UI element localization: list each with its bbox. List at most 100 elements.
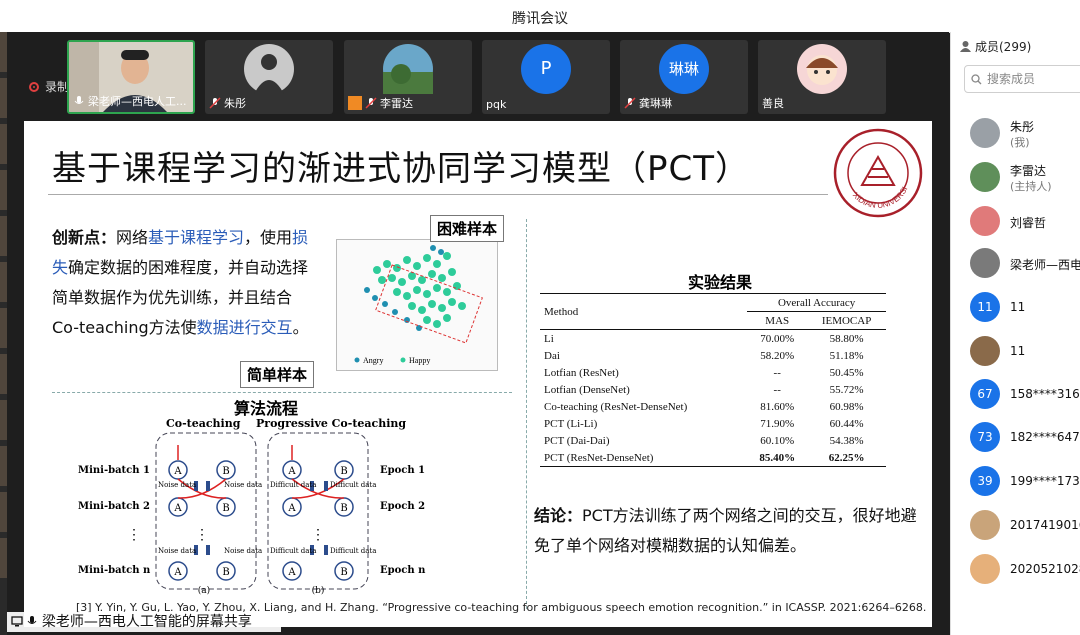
table-row: Dai 58.20% 51.18% (544, 349, 864, 362)
screen-share-icon (11, 616, 23, 627)
members-panel: 成员(299) 搜索成员 朱彤 (我) 李雷达 (主持人) 刘睿哲 梁老师—西电… (950, 32, 1080, 635)
svg-text:A: A (287, 466, 296, 477)
record-icon (29, 82, 39, 92)
innovation-text: 创新点：网络基于课程学习，使用损失确定数据的困难程度，并自动选择简单数据作为优先… (52, 228, 309, 337)
svg-text:B: B (222, 466, 229, 477)
avatar (970, 554, 1000, 584)
member-item[interactable]: 11 (951, 332, 1080, 372)
svg-text:Happy: Happy (409, 356, 430, 365)
avatar (383, 44, 433, 94)
table-row: Li 70.00% 58.80% (540, 329, 886, 347)
member-search-input[interactable]: 搜索成员 (964, 65, 1080, 93)
mic-muted-icon (624, 97, 636, 109)
tile-name: 李雷达 (380, 97, 413, 110)
svg-text:Difficult data: Difficult data (330, 547, 376, 555)
table-row: Lotfian (DenseNet) -- 55.72% (544, 383, 864, 396)
member-item[interactable]: 67 158****3167 (951, 375, 1080, 415)
slide-title: 基于课程学习的渐进式协同学习模型（PCT） (52, 149, 751, 189)
conclusion-text: 结论：PCT方法训练了两个网络之间的交互，很好地避免了单个网络对模糊数据的认知偏… (534, 506, 917, 555)
svg-text:B: B (340, 503, 347, 514)
svg-text:B: B (222, 567, 229, 578)
hard-sample-tag: 困难样本 (430, 215, 505, 242)
svg-text:Epoch n: Epoch n (380, 565, 426, 576)
section-divider-horizontal (52, 392, 512, 393)
member-item[interactable]: 39 199****1739 (951, 462, 1080, 502)
tile-name: 梁老师—西电人工... (88, 95, 187, 108)
svg-text:Mini-batch 2: Mini-batch 2 (78, 501, 150, 512)
people-icon (960, 41, 971, 52)
member-item[interactable]: 刘睿哲 (951, 202, 1080, 242)
svg-text:B: B (340, 466, 347, 477)
svg-text:Noise data: Noise data (158, 481, 196, 489)
svg-text:A: A (287, 567, 296, 578)
table-row: PCT (Dai-Dai) 60.10% 54.38% (544, 434, 864, 447)
section-divider-vertical (526, 219, 527, 609)
tile-name: 朱彤 (224, 97, 246, 110)
easy-sample-tag: 简单样本 (240, 361, 315, 388)
member-item[interactable]: 梁老师—西电 (951, 244, 1080, 284)
svg-text:A: A (173, 567, 182, 578)
svg-text:Co-teaching: Co-teaching (166, 417, 241, 430)
tile-name: 龚琳琳 (639, 97, 672, 110)
svg-text:Angry: Angry (363, 356, 383, 365)
svg-text:Noise data: Noise data (224, 481, 262, 489)
avatar (970, 162, 1000, 192)
svg-text:B: B (222, 503, 229, 514)
avatar (244, 44, 294, 94)
table-row: Co-teaching (ResNet-DenseNet) 81.60% 60.98… (544, 400, 864, 413)
member-item[interactable]: 11 11 (951, 288, 1080, 328)
video-tile-zhutong[interactable]: 朱彤 (205, 40, 333, 114)
svg-text:A: A (173, 466, 182, 477)
svg-text:A: A (287, 503, 296, 514)
svg-text:Noise data: Noise data (224, 547, 262, 555)
avatar (797, 44, 847, 94)
video-tile-gonglinlin[interactable]: 琳琳 龚琳琳 (620, 40, 748, 114)
svg-text:Difficult data: Difficult data (270, 547, 316, 555)
svg-text:Difficult data: Difficult data (330, 481, 376, 489)
screen-share-indicator[interactable]: 梁老师—西电人工智能的屏幕共享 (7, 612, 281, 632)
member-item[interactable]: 73 182****6473 (951, 418, 1080, 458)
mic-icon (74, 96, 84, 104)
table-row: Lotfian (ResNet) -- 50.45% (544, 366, 864, 379)
video-tile-pqk[interactable]: P pqk (482, 40, 610, 114)
svg-text:Difficult data: Difficult data (270, 481, 316, 489)
title-divider (48, 194, 828, 195)
members-header: 成员(299) (959, 38, 1031, 55)
svg-text:⋮: ⋮ (195, 527, 209, 543)
avatar: P (521, 44, 571, 94)
svg-text:⋮: ⋮ (311, 527, 325, 543)
video-tile-shanliang[interactable]: 善良 (758, 40, 886, 114)
sample-scatter-plot: Angry Happy (336, 239, 498, 371)
tile-name: pqk (486, 98, 507, 111)
member-item[interactable]: 李雷达 (主持人) (951, 158, 1080, 198)
left-edge-strip (0, 32, 7, 635)
video-tile-speaker[interactable]: 梁老师—西电人工... (67, 40, 195, 114)
search-icon (971, 74, 982, 85)
avatar (970, 510, 1000, 540)
avatar: 琳琳 (659, 44, 709, 94)
svg-text:Mini-batch 1: Mini-batch 1 (78, 465, 150, 476)
member-item[interactable]: 朱彤 (我) (951, 114, 1080, 154)
video-tile-lileida[interactable]: 李雷达 (344, 40, 472, 114)
svg-text:Epoch 2: Epoch 2 (380, 501, 425, 512)
svg-text:(a): (a) (198, 585, 210, 595)
shared-slide: 基于课程学习的渐进式协同学习模型（PCT） XIDIAN UNIVERSITY … (24, 121, 932, 627)
member-item[interactable]: 2020521028 (951, 550, 1080, 590)
host-badge-icon (348, 96, 362, 110)
avatar (970, 206, 1000, 236)
svg-text:B: B (340, 567, 347, 578)
results-title: 实验结果 (688, 273, 753, 292)
algorithm-diagram: Co-teaching Progressive Co-teaching Mini… (78, 417, 426, 595)
svg-text:Mini-batch n: Mini-batch n (78, 565, 151, 576)
avatar: 73 (970, 422, 1000, 452)
svg-text:(b): (b) (312, 585, 325, 595)
avatar (970, 248, 1000, 278)
svg-text:⋮: ⋮ (127, 527, 141, 543)
avatar: 67 (970, 379, 1000, 409)
share-label: 梁老师—西电人工智能的屏幕共享 (41, 614, 252, 630)
avatar (970, 118, 1000, 148)
svg-text:Progressive Co-teaching: Progressive Co-teaching (256, 417, 406, 430)
mic-muted-icon (365, 97, 377, 109)
window-title: 腾讯会议 (512, 11, 568, 27)
member-item[interactable]: 2017419016 (951, 506, 1080, 546)
